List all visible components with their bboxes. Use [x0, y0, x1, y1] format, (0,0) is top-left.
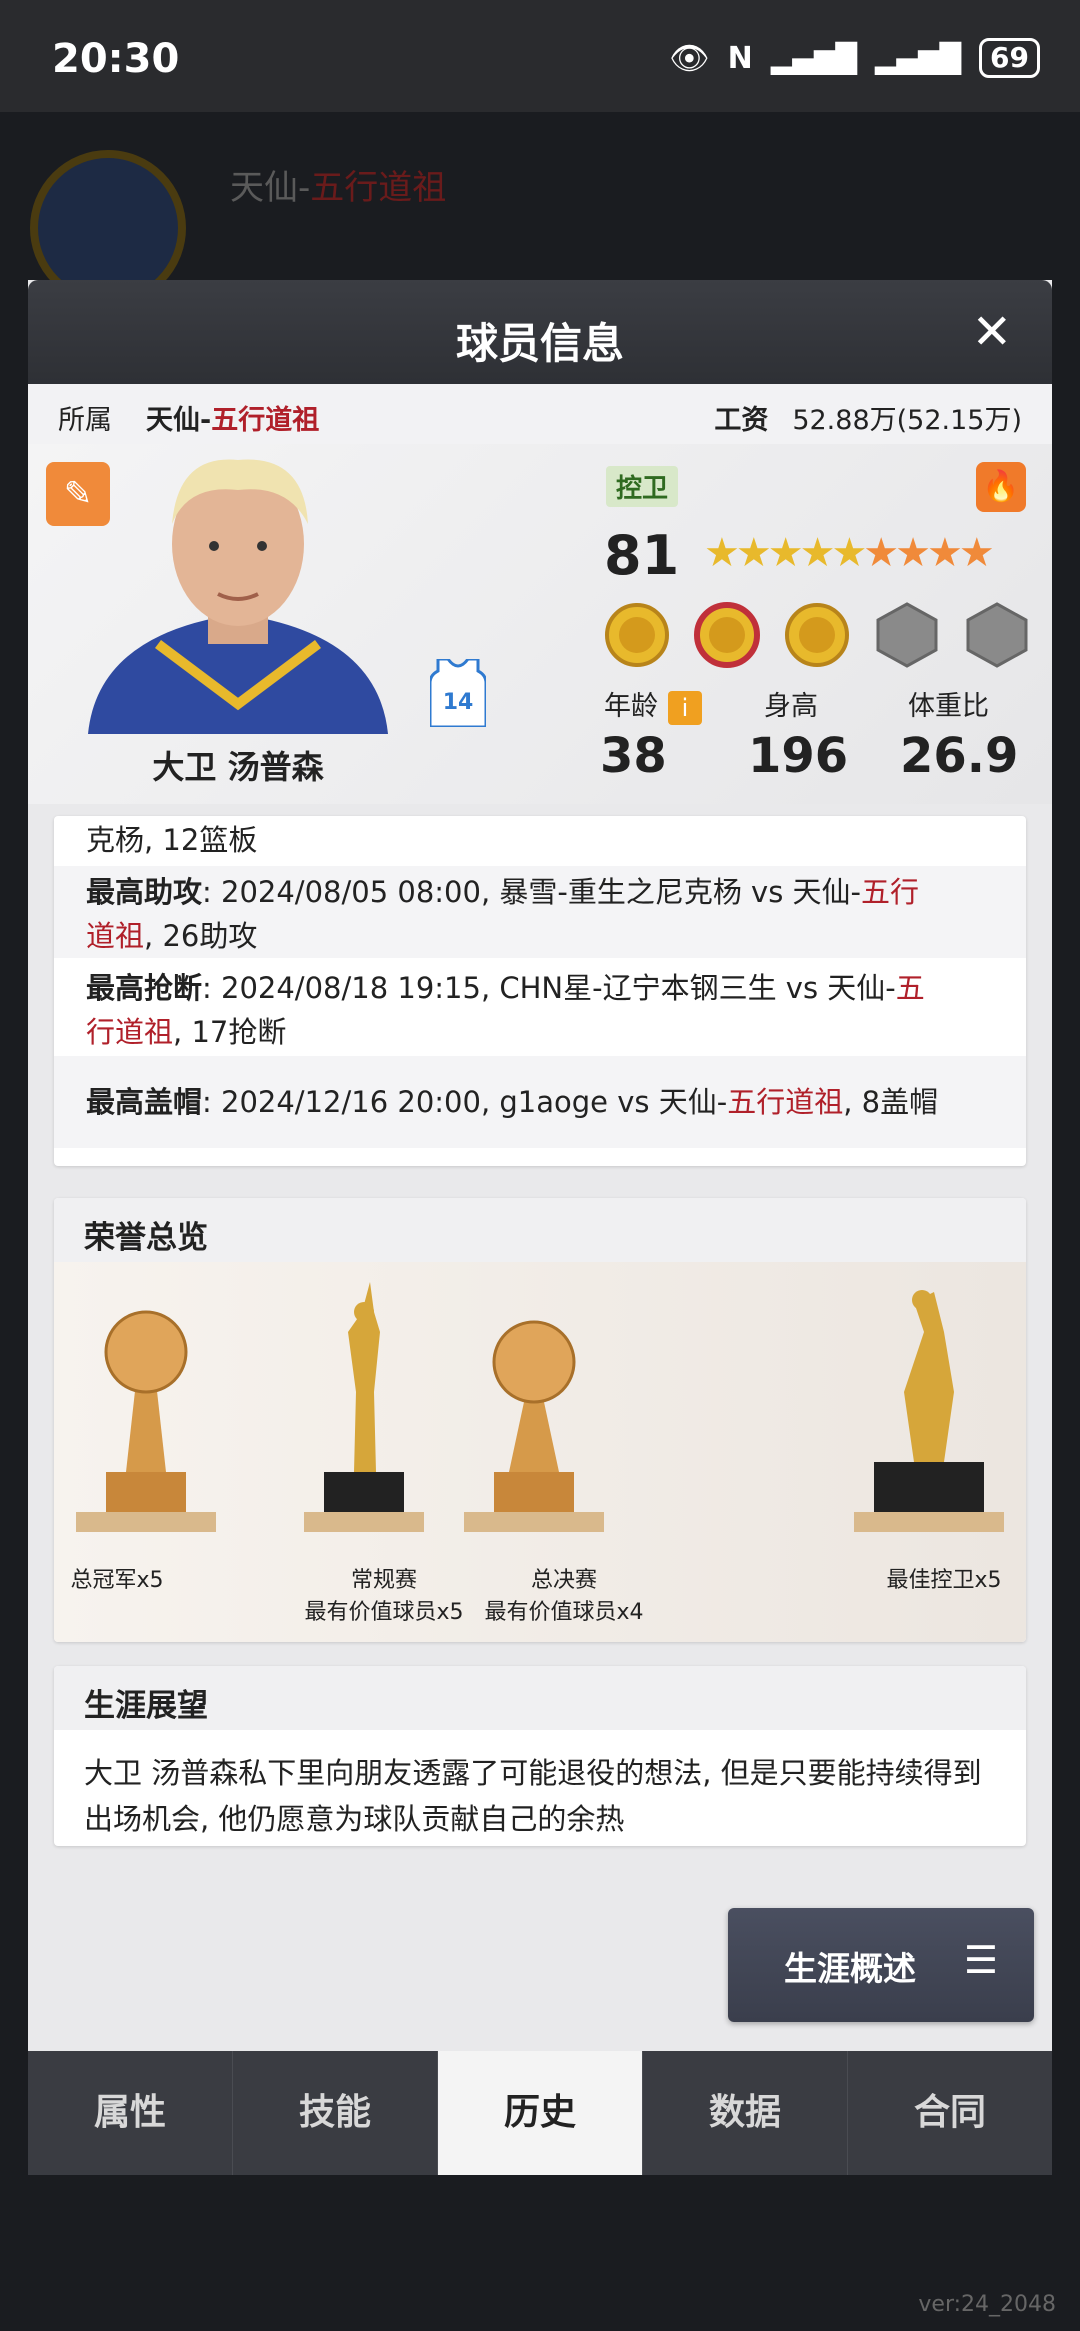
height-label: 身高 — [764, 691, 818, 722]
player-rating: 81 — [604, 524, 680, 587]
player-info-modal: 球员信息 ✕ 所属 天仙-五行道祖 工资 52.88万(52.15万) ✎ 14 … — [28, 280, 1052, 2175]
mvp-trophy-icon[interactable] — [284, 1272, 444, 1542]
honor-label-finals-mvp: 总决赛 最有价值球员x4 — [484, 1568, 644, 1625]
version-label: ver:24_2048 — [918, 2292, 1056, 2317]
team-name[interactable]: 天仙-五行道祖 — [146, 398, 319, 437]
career-text: 大卫 汤普森私下里向朋友透露了可能退役的想法, 但是只要能持续得到出场机会, 他… — [84, 1756, 982, 1836]
salary-value: 52.88万(52.15万) — [792, 405, 1022, 436]
tab-attributes[interactable]: 属性 — [28, 2051, 233, 2175]
career-summary-button[interactable]: 生涯概述 ☰ — [728, 1908, 1034, 2022]
honor-label-champion: 总冠军x5 — [70, 1568, 164, 1593]
salary-label: 工资 — [714, 405, 769, 436]
tab-history[interactable]: 历史 — [438, 2051, 643, 2175]
gold-badge-icon-2[interactable] — [784, 602, 850, 668]
nfc-icon: N — [727, 40, 753, 76]
eye-icon: 👁 — [669, 39, 710, 77]
status-time: 20:30 — [52, 36, 180, 82]
best-pg-trophy-icon[interactable] — [844, 1272, 1004, 1542]
tab-contract[interactable]: 合同 — [848, 2051, 1052, 2175]
close-icon[interactable]: ✕ — [972, 304, 1012, 360]
empty-badge-icon-2[interactable] — [964, 602, 1030, 668]
champion-trophy-icon[interactable] — [66, 1272, 226, 1542]
career-header: 生涯展望 — [54, 1666, 1026, 1730]
team-label: 所属 — [58, 405, 112, 436]
age-value: 38 — [600, 728, 667, 784]
jersey-icon: 14 — [430, 659, 486, 727]
status-icons: 👁 N ▂▄▆█ ▂▄▆█ 69 — [669, 38, 1040, 78]
menu-icon: ☰ — [963, 1938, 998, 1982]
weight-ratio-value: 26.9 — [900, 728, 1019, 784]
position-badge: 控卫 — [606, 466, 679, 507]
record-steals: 最高抢断: 2024/08/18 19:15, CHN星-辽宁本钢三生 vs 天… — [86, 971, 925, 1049]
edit-icon[interactable]: ✎ — [46, 462, 110, 526]
player-card: ✎ 14 大卫 汤普森 控卫 🔥 81 ★★★★★★★★★ 年龄 i 身高 体重比… — [28, 444, 1052, 804]
honor-label-best-pg: 最佳控卫x5 — [886, 1568, 1002, 1593]
fire-icon[interactable]: 🔥 — [976, 462, 1026, 512]
career-title: 生涯展望 — [84, 1688, 208, 1724]
tab-skills[interactable]: 技能 — [233, 2051, 438, 2175]
records-panel: 克杨, 12篮板 最高助攻: 2024/08/05 08:00, 暴雪-重生之尼… — [54, 816, 1026, 1166]
battery-indicator: 69 — [979, 38, 1040, 78]
career-outlook-panel: 生涯展望 大卫 汤普森私下里向朋友透露了可能退役的想法, 但是只要能持续得到出场… — [54, 1666, 1026, 1846]
player-name: 大卫 汤普森 — [152, 748, 324, 786]
status-bar: 20:30 👁 N ▂▄▆█ ▂▄▆█ 69 — [0, 0, 1080, 112]
honors-title: 荣誉总览 — [84, 1220, 208, 1256]
bottom-tabs: 属性 技能 历史 数据 合同 — [28, 2051, 1052, 2175]
weight-ratio-label: 体重比 — [908, 691, 989, 722]
height-value: 196 — [748, 728, 849, 784]
age-label: 年龄 i — [604, 684, 702, 725]
honors-panel: 荣誉总览 总冠军x5 常规赛 最有价值球员x5 总决赛 最有价值球员x4 最佳控… — [54, 1198, 1026, 1642]
red-gold-badge-icon[interactable] — [694, 602, 760, 668]
team-bar: 所属 天仙-五行道祖 工资 52.88万(52.15万) — [28, 384, 1052, 444]
signal-icon-2: ▂▄▆█ — [874, 41, 962, 75]
record-blocks: 最高盖帽: 2024/12/16 20:00, g1aoge vs 天仙-五行道… — [86, 1085, 939, 1119]
finals-mvp-trophy-icon[interactable] — [454, 1272, 614, 1542]
record-assists: 最高助攻: 2024/08/05 08:00, 暴雪-重生之尼克杨 vs 天仙-… — [86, 875, 920, 953]
empty-badge-icon[interactable] — [874, 602, 940, 668]
tab-stats[interactable]: 数据 — [643, 2051, 848, 2175]
jersey-number: 14 — [443, 690, 474, 715]
modal-header: 球员信息 ✕ — [28, 280, 1052, 384]
info-icon[interactable]: i — [668, 690, 702, 725]
trophy-showcase: 总冠军x5 常规赛 最有价值球员x5 总决赛 最有价值球员x4 最佳控卫x5 — [54, 1262, 1026, 1642]
gold-badge-icon[interactable] — [604, 602, 670, 668]
background-team-name: 天仙-五行道祖 — [230, 168, 447, 208]
record-rebound-tail: 克杨, 12篮板 — [86, 823, 258, 857]
skill-badges — [604, 602, 1030, 668]
salary: 工资 52.88万(52.15万) — [714, 398, 1022, 437]
signal-icon: ▂▄▆█ — [770, 41, 857, 75]
modal-title: 球员信息 — [455, 319, 624, 368]
star-rating: ★★★★★★★★★ — [704, 530, 995, 576]
honors-header: 荣誉总览 — [54, 1198, 1026, 1262]
player-avatar — [88, 459, 388, 734]
